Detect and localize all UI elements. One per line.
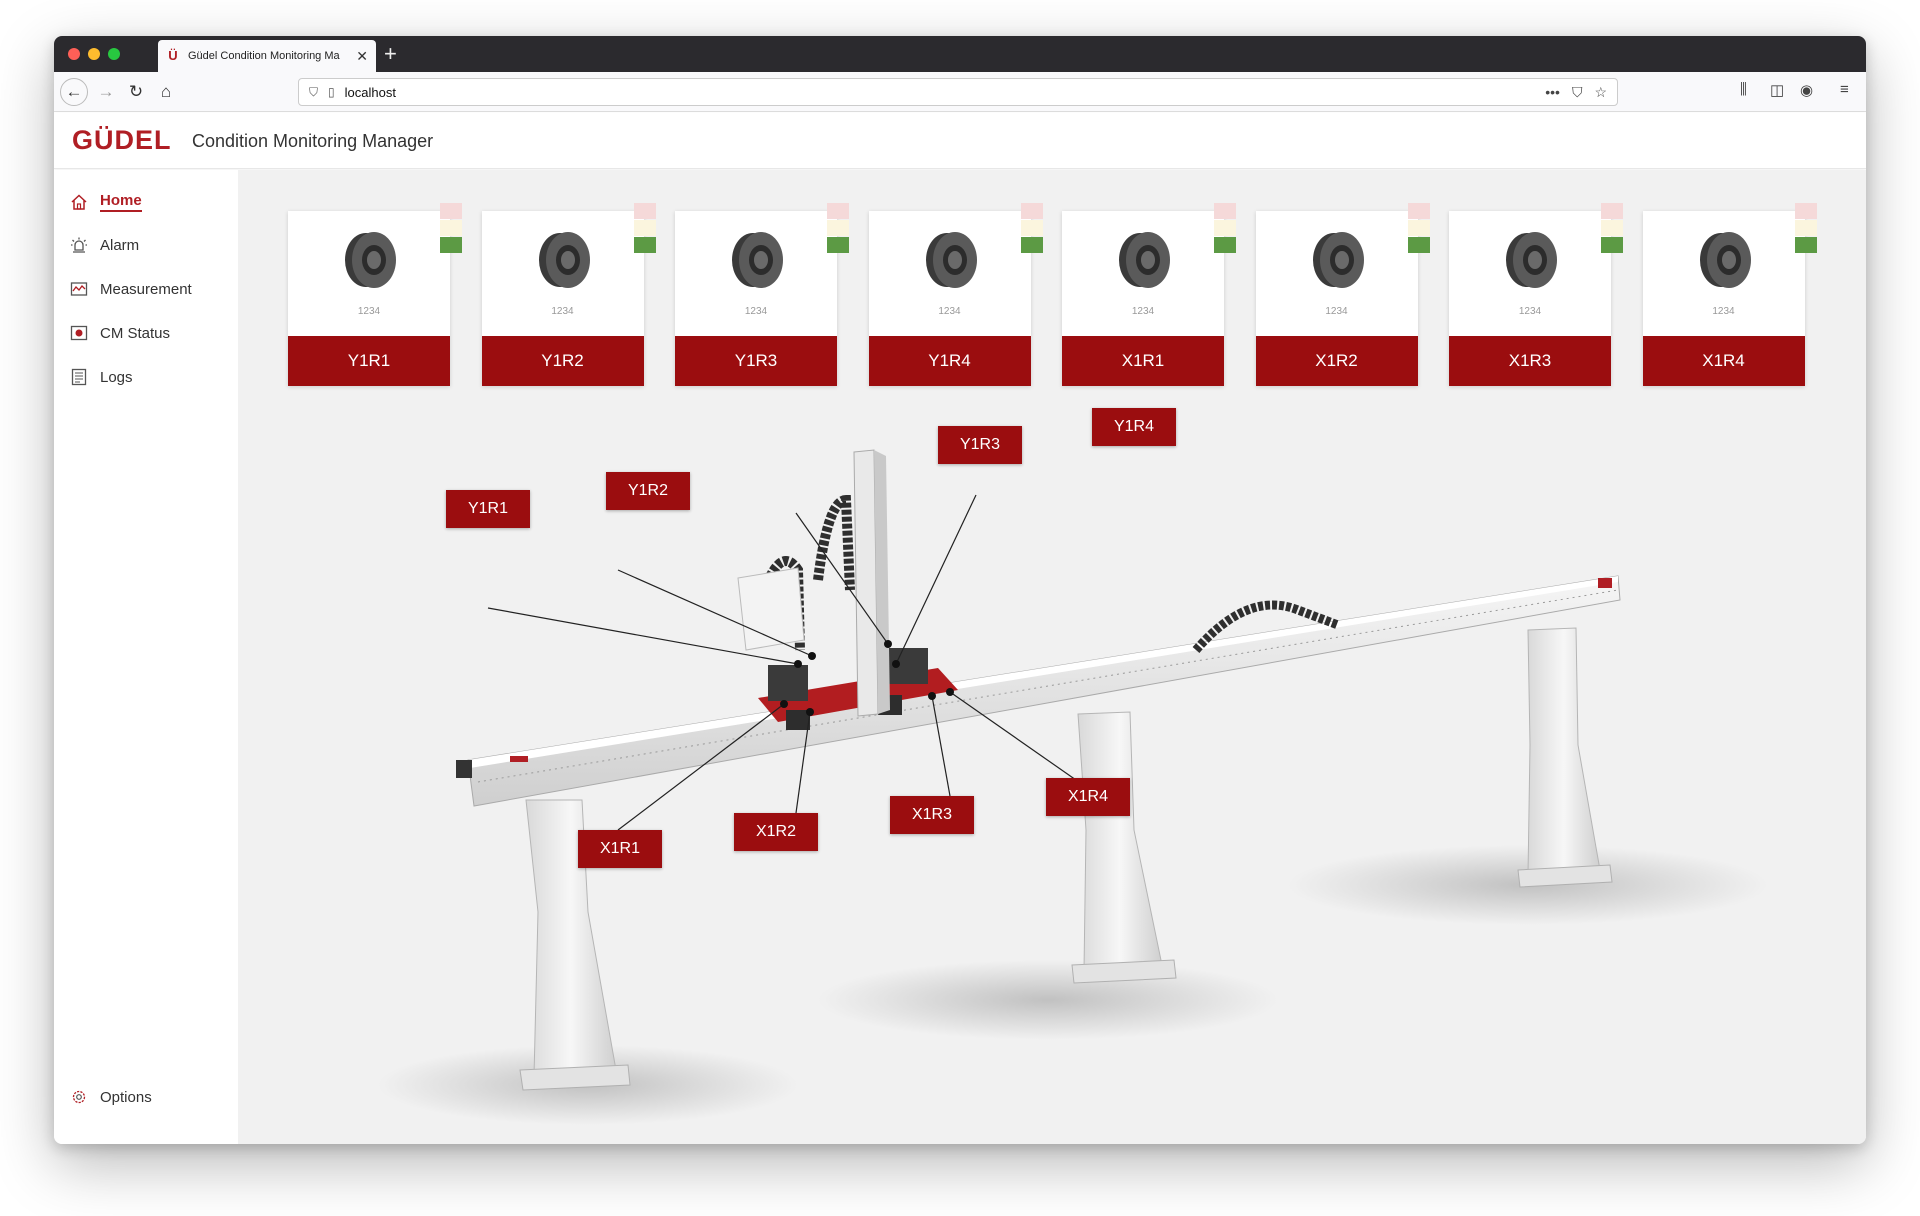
cm-status-icon bbox=[70, 325, 88, 341]
browser-window: Ü Güdel Condition Monitoring Ma ✕ + ← → … bbox=[54, 36, 1866, 1144]
callout-x1r4[interactable]: X1R4 bbox=[1046, 778, 1130, 816]
sidebar-item-label: CM Status bbox=[100, 324, 171, 342]
carriage bbox=[737, 449, 958, 730]
browser-tabbar: Ü Güdel Condition Monitoring Ma ✕ + bbox=[54, 36, 1866, 72]
guedel-logo[interactable]: GÜDEL bbox=[72, 125, 172, 156]
callout-x1r2[interactable]: X1R2 bbox=[734, 813, 818, 851]
callout-y1r1[interactable]: Y1R1 bbox=[446, 490, 530, 528]
measurement-icon bbox=[70, 282, 88, 296]
callout-y1r2[interactable]: Y1R2 bbox=[606, 472, 690, 510]
reload-button[interactable]: ↻ bbox=[124, 80, 148, 104]
callout-x1r1[interactable]: X1R1 bbox=[578, 830, 662, 868]
pocket-icon[interactable]: ⛉ bbox=[1572, 84, 1583, 101]
callout-y1r3[interactable]: Y1R3 bbox=[938, 426, 1022, 464]
bookmark-star-icon[interactable]: ☆ bbox=[1594, 84, 1607, 101]
shield-icon[interactable]: ⛉ bbox=[309, 85, 318, 100]
close-window-button[interactable] bbox=[68, 48, 80, 60]
sidebar-item-label: Alarm bbox=[100, 236, 140, 254]
page-icon: ▯ bbox=[328, 85, 335, 99]
more-icon[interactable]: ••• bbox=[1545, 84, 1560, 100]
gantry-robot-illustration bbox=[378, 449, 1768, 1125]
browser-toolbar: ← → ↻ ⌂ ⛉ ▯ localhost ••• ⛉ ☆ ⫼ ◫ ◉ ≡ bbox=[54, 72, 1866, 112]
app-title: Condition Monitoring Manager bbox=[192, 131, 434, 151]
sidebar-toggle-icon[interactable]: ◫ bbox=[1770, 81, 1784, 99]
minimize-window-button[interactable] bbox=[88, 48, 100, 60]
sidebar-item-cm-status[interactable]: CM Status bbox=[70, 324, 170, 342]
tab-title: Güdel Condition Monitoring Ma bbox=[188, 50, 340, 62]
callout-y1r4[interactable]: Y1R4 bbox=[1092, 408, 1176, 446]
back-button[interactable]: ← bbox=[60, 78, 88, 106]
sidebar-item-home[interactable]: Home bbox=[70, 192, 142, 212]
library-icon[interactable]: ⫼ bbox=[1740, 81, 1747, 98]
forward-button[interactable]: → bbox=[94, 80, 118, 104]
sidebar-item-label: Logs bbox=[100, 368, 133, 386]
url-text[interactable]: localhost bbox=[345, 85, 1534, 100]
sidebar: Home Alarm Measurement CM Status Logs Op… bbox=[54, 170, 238, 1144]
sidebar-item-logs[interactable]: Logs bbox=[70, 368, 133, 386]
home-button[interactable]: ⌂ bbox=[154, 80, 178, 104]
account-icon[interactable]: ◉ bbox=[1800, 81, 1813, 99]
x-axis-rail bbox=[456, 575, 1621, 807]
browser-tab[interactable]: Ü Güdel Condition Monitoring Ma ✕ bbox=[158, 40, 376, 72]
guedel-favicon-icon: Ü bbox=[168, 48, 178, 63]
sidebar-item-label: Home bbox=[100, 192, 142, 212]
new-tab-button[interactable]: + bbox=[384, 40, 397, 68]
options-label: Options bbox=[100, 1088, 152, 1106]
gear-icon bbox=[72, 1090, 86, 1104]
callout-x1r3[interactable]: X1R3 bbox=[890, 796, 974, 834]
main-content: 1234 Y1R1 1234 Y1R2 1234 Y1R3 1234 Y1R4 1234 X1R1… bbox=[238, 170, 1866, 1144]
alarm-icon bbox=[71, 237, 87, 253]
sidebar-item-options[interactable]: Options bbox=[70, 1088, 152, 1106]
sidebar-item-measurement[interactable]: Measurement bbox=[70, 280, 192, 298]
tab-close-icon[interactable]: ✕ bbox=[356, 48, 368, 65]
address-bar[interactable]: ⛉ ▯ localhost ••• ⛉ ☆ bbox=[298, 78, 1618, 106]
sidebar-item-label: Measurement bbox=[100, 280, 192, 298]
logs-icon bbox=[71, 368, 87, 386]
app-header: GÜDEL Condition Monitoring Manager bbox=[54, 113, 1866, 169]
maximize-window-button[interactable] bbox=[108, 48, 120, 60]
menu-icon[interactable]: ≡ bbox=[1840, 81, 1849, 98]
sidebar-item-alarm[interactable]: Alarm bbox=[70, 236, 139, 254]
home-icon bbox=[71, 194, 87, 210]
support-leg-2 bbox=[1071, 711, 1177, 984]
